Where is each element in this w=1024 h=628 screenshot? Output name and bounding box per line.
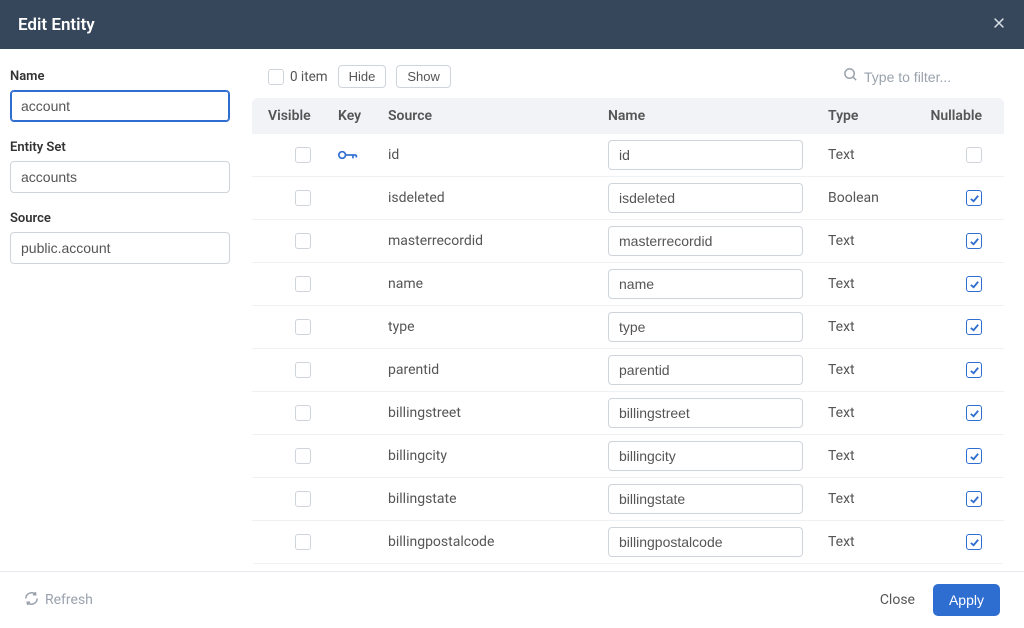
row-name-input[interactable] (608, 441, 803, 471)
col-key: Key (338, 108, 388, 124)
apply-button[interactable]: Apply (933, 584, 1000, 616)
table-row: name Text (252, 263, 1004, 306)
modal-footer: Refresh Close Apply (0, 571, 1024, 628)
close-button[interactable]: Close (880, 592, 915, 608)
select-all-wrapper[interactable]: 0 item (268, 69, 328, 85)
table-row: parentid Text (252, 349, 1004, 392)
refresh-icon (24, 591, 39, 610)
source-cell: name (388, 276, 608, 292)
row-name-input[interactable] (608, 226, 803, 256)
type-cell: Text (828, 534, 938, 550)
source-cell: type (388, 319, 608, 335)
table-row: billingstate Text (252, 478, 1004, 521)
visible-checkbox[interactable] (295, 276, 311, 292)
source-cell: billingstreet (388, 405, 608, 421)
type-cell: Boolean (828, 190, 938, 206)
entityset-input[interactable] (10, 161, 230, 193)
table-row: billingpostalcode Text (252, 521, 1004, 564)
entityset-label: Entity Set (10, 140, 230, 155)
col-type: Type (828, 108, 938, 124)
close-icon[interactable] (992, 14, 1006, 35)
row-name-input[interactable] (608, 269, 803, 299)
nullable-checkbox[interactable] (966, 190, 982, 206)
key-icon (338, 148, 388, 162)
type-cell: Text (828, 276, 938, 292)
table-row: id Text (252, 134, 1004, 177)
type-cell: Text (828, 319, 938, 335)
type-cell: Text (828, 233, 938, 249)
row-name-input[interactable] (608, 398, 803, 428)
table-row: isdeleted Boolean (252, 177, 1004, 220)
hide-button[interactable]: Hide (338, 65, 387, 88)
fields-panel: 0 item Hide Show Visible Key Source (252, 61, 1004, 565)
type-cell: Text (828, 448, 938, 464)
type-cell: Text (828, 147, 938, 163)
type-cell: Text (828, 362, 938, 378)
source-cell: billingpostalcode (388, 534, 608, 550)
nullable-checkbox[interactable] (966, 405, 982, 421)
row-name-input[interactable] (608, 527, 803, 557)
col-nullable: Nullable (938, 108, 988, 124)
filter-input[interactable] (864, 69, 994, 85)
table-row: masterrecordid Text (252, 220, 1004, 263)
source-cell: billingstate (388, 491, 608, 507)
visible-checkbox[interactable] (295, 534, 311, 550)
refresh-button[interactable]: Refresh (24, 591, 93, 610)
nullable-checkbox[interactable] (966, 319, 982, 335)
table-row: billingcity Text (252, 435, 1004, 478)
select-all-checkbox[interactable] (268, 69, 284, 85)
source-label: Source (10, 211, 230, 226)
modal-header: Edit Entity (0, 0, 1024, 49)
edit-entity-modal: Edit Entity Name Entity Set Source (0, 0, 1024, 628)
row-name-input[interactable] (608, 183, 803, 213)
name-label: Name (10, 69, 230, 84)
table-body[interactable]: id Text isdeleted Boolean masterrecordid Text… (252, 134, 1004, 564)
search-icon (843, 67, 858, 86)
refresh-label: Refresh (45, 592, 93, 608)
nullable-checkbox[interactable] (966, 147, 982, 163)
modal-body: Name Entity Set Source 0 item Hid (0, 49, 1024, 571)
source-cell: parentid (388, 362, 608, 378)
table-row: type Text (252, 306, 1004, 349)
table-header-row: Visible Key Source Name Type Nullable (252, 98, 1004, 134)
visible-checkbox[interactable] (295, 147, 311, 163)
nullable-checkbox[interactable] (966, 276, 982, 292)
source-cell: masterrecordid (388, 233, 608, 249)
visible-checkbox[interactable] (295, 448, 311, 464)
nullable-checkbox[interactable] (966, 448, 982, 464)
type-cell: Text (828, 491, 938, 507)
col-visible: Visible (268, 108, 338, 124)
visible-checkbox[interactable] (295, 319, 311, 335)
filter-search[interactable] (843, 67, 994, 86)
type-cell: Text (828, 405, 938, 421)
row-name-input[interactable] (608, 140, 803, 170)
fields-toolbar: 0 item Hide Show (252, 61, 1004, 98)
visible-checkbox[interactable] (295, 233, 311, 249)
row-name-input[interactable] (608, 484, 803, 514)
nullable-checkbox[interactable] (966, 362, 982, 378)
nullable-checkbox[interactable] (966, 534, 982, 550)
visible-checkbox[interactable] (295, 491, 311, 507)
visible-checkbox[interactable] (295, 405, 311, 421)
source-cell: billingcity (388, 448, 608, 464)
visible-checkbox[interactable] (295, 190, 311, 206)
source-cell: id (388, 147, 608, 163)
fields-table: Visible Key Source Name Type Nullable id… (252, 98, 1004, 565)
col-name: Name (608, 108, 828, 124)
item-count: 0 item (290, 69, 328, 85)
modal-title: Edit Entity (18, 15, 95, 35)
col-source: Source (388, 108, 608, 124)
source-cell: isdeleted (388, 190, 608, 206)
visible-checkbox[interactable] (295, 362, 311, 378)
entity-form: Name Entity Set Source (10, 61, 230, 565)
row-name-input[interactable] (608, 312, 803, 342)
show-button[interactable]: Show (396, 65, 451, 88)
nullable-checkbox[interactable] (966, 233, 982, 249)
table-row: billingstreet Text (252, 392, 1004, 435)
name-input[interactable] (10, 90, 230, 122)
source-input[interactable] (10, 232, 230, 264)
nullable-checkbox[interactable] (966, 491, 982, 507)
row-name-input[interactable] (608, 355, 803, 385)
